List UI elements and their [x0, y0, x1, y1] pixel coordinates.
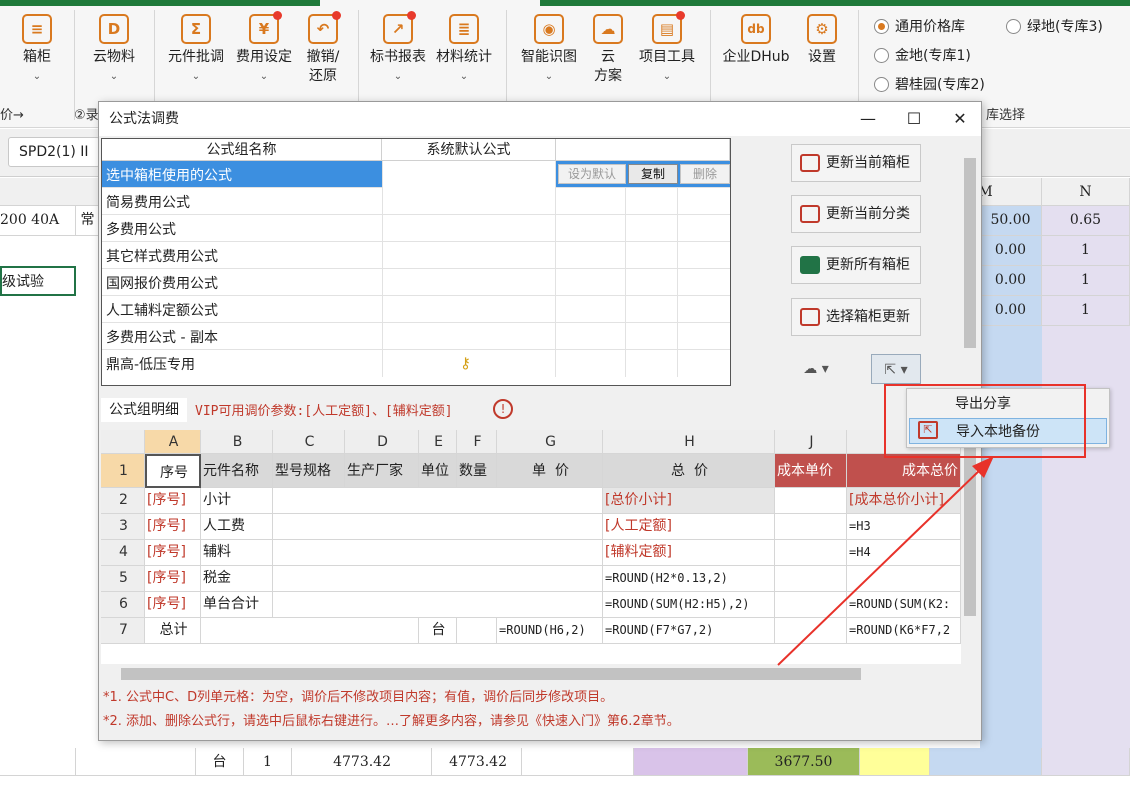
arrow-line [777, 467, 983, 666]
annotation-arrow [777, 456, 994, 666]
